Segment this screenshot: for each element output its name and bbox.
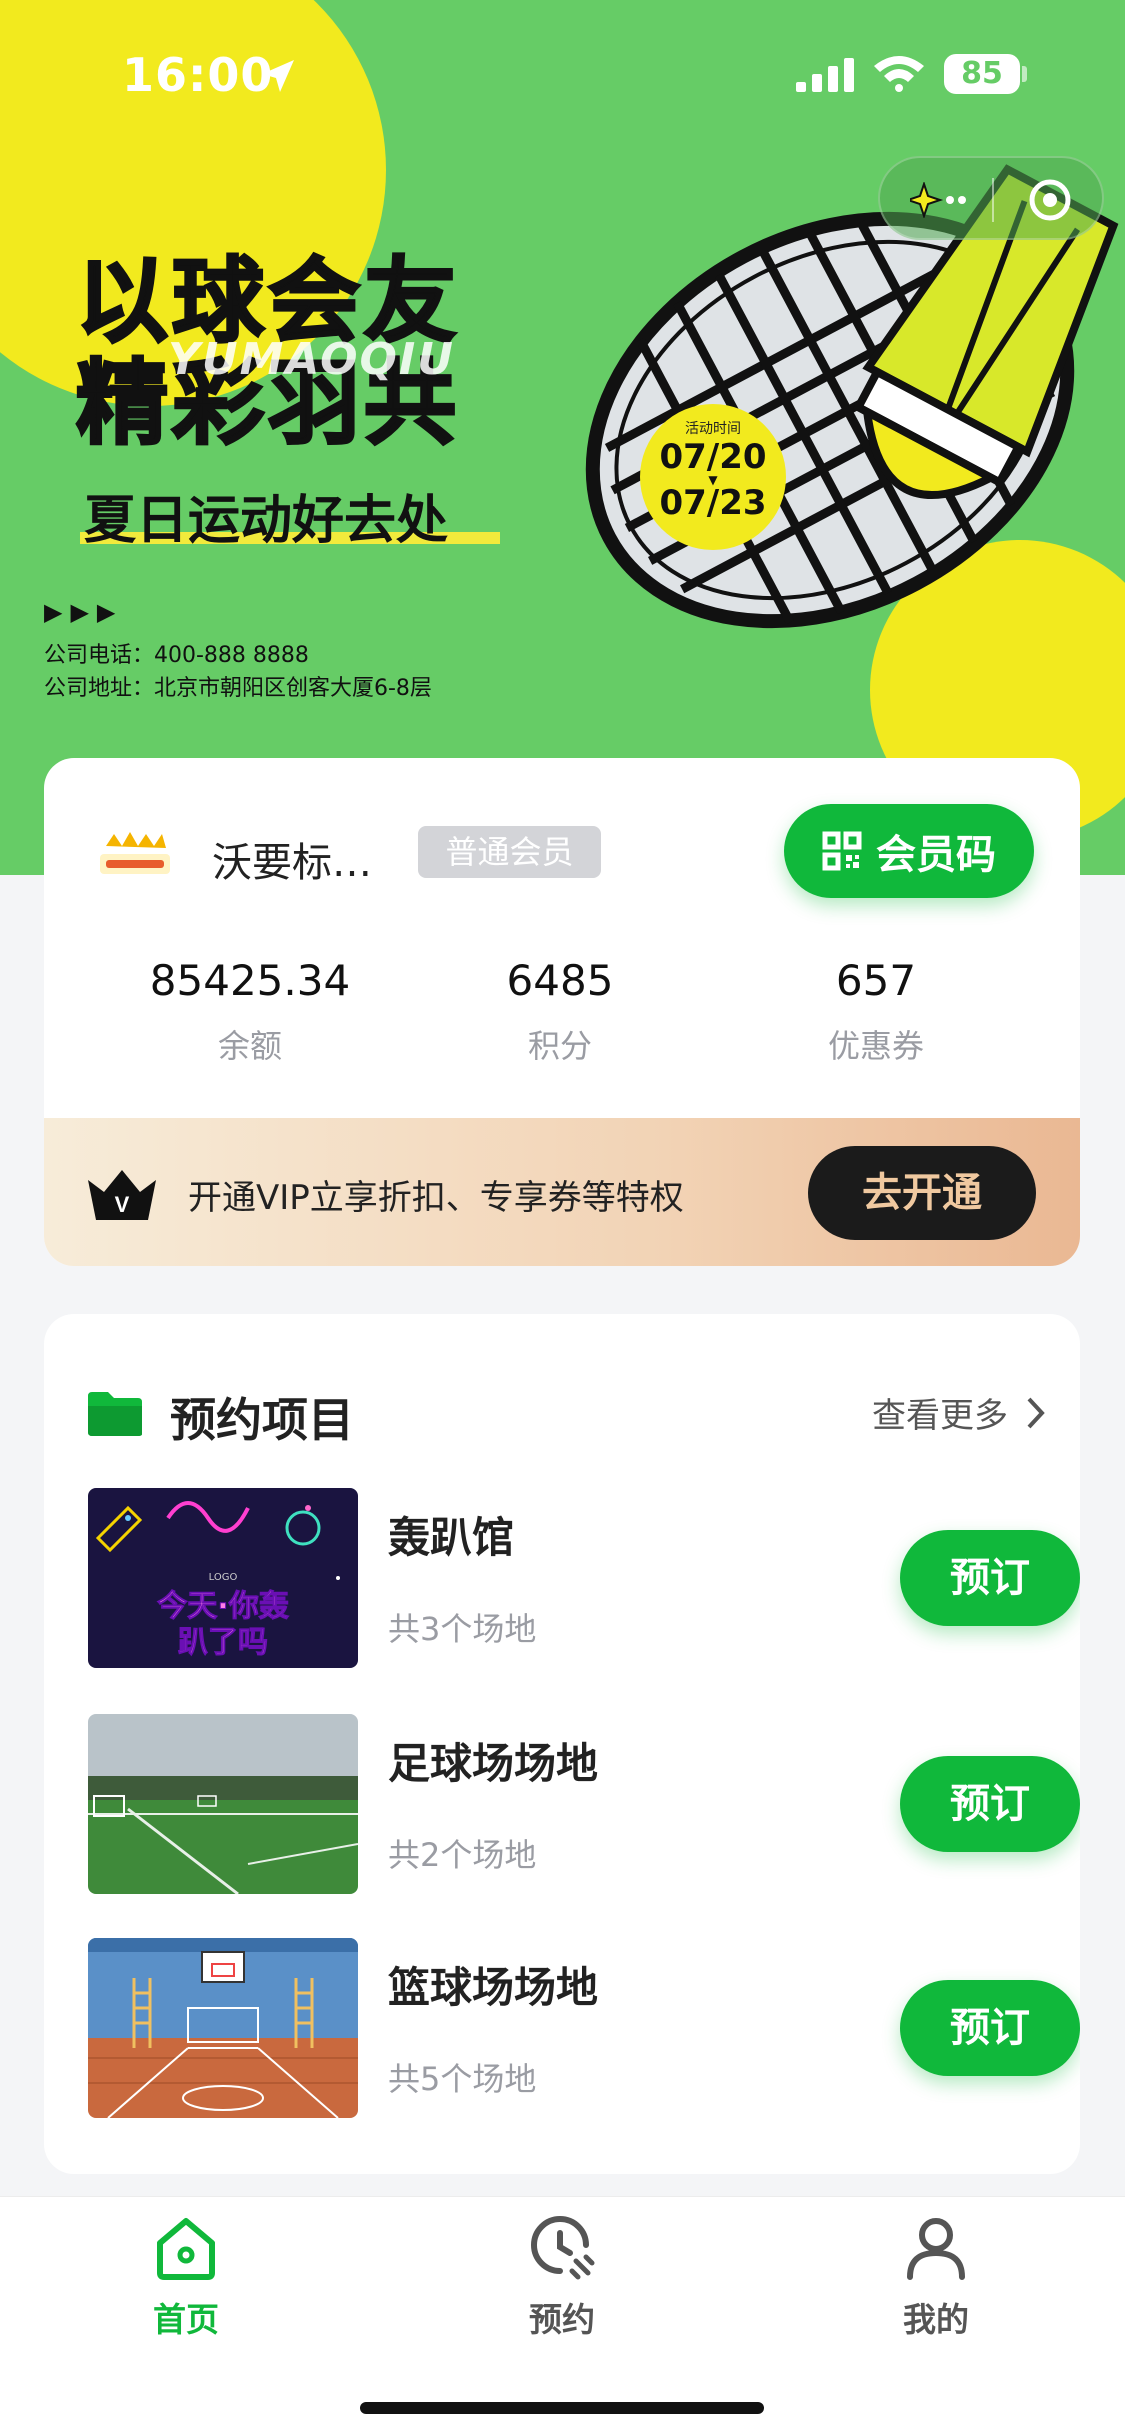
more-options-icon[interactable] (910, 182, 970, 218)
wifi-icon (874, 56, 924, 92)
book-button[interactable]: 预订 (900, 1980, 1080, 2076)
event-date-badge: 活动时间 07/20 ▼ 07/23 (640, 404, 786, 550)
member-level-badge: 普通会员 (418, 826, 601, 878)
tab-booking[interactable]: 预约 (462, 2211, 662, 2341)
venue-name: 足球场场地 (388, 1739, 599, 1788)
cellular-signal-icon (796, 58, 854, 92)
venue-count: 共5个场地 (388, 2060, 537, 2098)
venue-thumbnail (88, 1938, 358, 2118)
booking-title: 预约项目 (170, 1393, 354, 1447)
clock-icon (531, 2216, 595, 2280)
venue-item-football[interactable]: 足球场场地 共2个场地 预订 (88, 1714, 1080, 1894)
member-name: 沃要标… (212, 840, 372, 886)
status-bar: 16:00 85 (0, 0, 1125, 150)
stat-label: 优惠券 (827, 1027, 924, 1065)
event-date-label: 活动时间 (685, 421, 741, 437)
close-miniprogram-icon[interactable] (1028, 178, 1072, 222)
home-icon (157, 2218, 215, 2280)
book-button[interactable]: 预订 (900, 1530, 1080, 1626)
member-code-button[interactable]: 会员码 (784, 804, 1034, 898)
banner-arrows: ▶▶▶ (44, 598, 124, 626)
promo-banner[interactable]: 16:00 85 以球会友 精彩羽共 YUMAOQIU 夏日运动好去处 ▶▶▶ … (0, 0, 1125, 875)
venue-thumbnail: LOGO 今天·你轰 趴了吗 (88, 1488, 358, 1668)
battery-tip (1022, 66, 1027, 82)
bottom-tab-bar: 首页 预约 我的 (0, 2196, 1125, 2436)
tab-label: 首页 (153, 2300, 219, 2339)
svg-text:趴了吗: 趴了吗 (178, 1625, 268, 1660)
store-logo (100, 832, 170, 874)
event-date-end: 07/23 (659, 483, 767, 523)
stat-label: 积分 (527, 1027, 592, 1065)
stat-label: 余额 (217, 1027, 282, 1065)
venue-name: 篮球场场地 (388, 1963, 599, 2012)
svg-text:今天·你轰: 今天·你轰 (157, 1589, 288, 1624)
banner-phone: 公司电话：400-888 8888 (44, 643, 309, 668)
home-indicator (360, 2402, 764, 2414)
stat-value: 85425.34 (149, 956, 351, 1005)
tab-home[interactable]: 首页 (86, 2211, 286, 2341)
booking-header: 预约项目 查看更多 (86, 1378, 1046, 1447)
folder-icon (88, 1392, 142, 1436)
vip-promo-text: 开通VIP立享折扣、专享券等特权 (188, 1178, 684, 1218)
party-hall-image: LOGO 今天·你轰 趴了吗 (88, 1488, 358, 1668)
stat-coupons[interactable]: 657 优惠券 (736, 956, 1016, 1067)
venue-name: 轰趴馆 (388, 1513, 515, 1562)
venue-count: 共3个场地 (388, 1610, 537, 1648)
view-more-label: 查看更多 (872, 1396, 1008, 1436)
member-card: 沃要标… 普通会员 会员码 85425.34 余额 6485 积分 657 优惠… (44, 758, 1080, 1266)
vip-crown-icon: V (88, 1170, 156, 1220)
book-button[interactable]: 预订 (900, 1756, 1080, 1852)
venue-count: 共2个场地 (388, 1836, 537, 1874)
svg-text:V: V (115, 1192, 130, 1217)
location-arrow-icon (262, 60, 294, 92)
vip-open-button[interactable]: 去开通 (808, 1146, 1036, 1240)
battery-indicator: 85 (944, 54, 1020, 94)
banner-watermark: YUMAOQIU (168, 334, 455, 385)
capsule-divider (992, 178, 994, 222)
vip-promo-bar[interactable]: V 开通VIP立享折扣、专享券等特权 去开通 (44, 1118, 1080, 1266)
venue-item-party-hall[interactable]: LOGO 今天·你轰 趴了吗 轰趴馆 共3个场地 预订 (88, 1488, 1080, 1668)
tab-label: 我的 (903, 2300, 969, 2339)
stat-points[interactable]: 6485 积分 (420, 956, 700, 1067)
tab-label: 预约 (529, 2300, 595, 2339)
basketball-court-image (88, 1938, 358, 2118)
stat-value: 6485 (506, 956, 614, 1005)
stat-value: 657 (835, 956, 917, 1005)
booking-section: 预约项目 查看更多 LOGO 今天·你轰 趴了吗 轰趴馆 共3个场地 预订 足球… (44, 1314, 1080, 2174)
miniprogram-capsule (878, 156, 1104, 240)
chevron-right-icon (1027, 1397, 1045, 1428)
banner-subtitle: 夏日运动好去处 (84, 491, 449, 551)
venue-item-basketball[interactable]: 篮球场场地 共5个场地 预订 (88, 1938, 1080, 2118)
tab-mine[interactable]: 我的 (836, 2211, 1036, 2341)
football-field-image (88, 1714, 358, 1894)
banner-address: 公司地址：北京市朝阳区创客大厦6-8层 (44, 676, 432, 701)
svg-text:LOGO: LOGO (209, 1572, 238, 1583)
status-time: 16:00 (122, 48, 274, 102)
qr-code-icon (822, 831, 862, 871)
stat-balance[interactable]: 85425.34 余额 (110, 956, 390, 1067)
view-more-link[interactable]: 查看更多 (872, 1388, 1046, 1437)
user-icon (907, 2218, 965, 2280)
event-date-start: 07/20 (659, 437, 767, 477)
venue-thumbnail (88, 1714, 358, 1894)
member-code-label: 会员码 (876, 832, 996, 878)
